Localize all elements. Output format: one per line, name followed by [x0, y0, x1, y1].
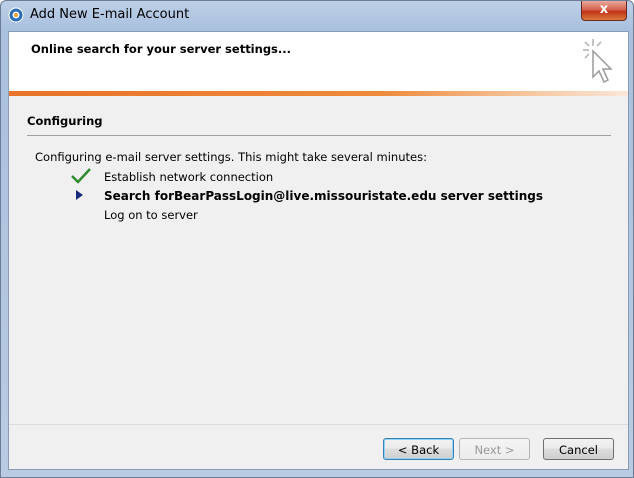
step-search-server-settings: Search forBearPassLogin@live.missourista…	[104, 189, 544, 203]
checkmark-icon	[71, 168, 91, 184]
cancel-button[interactable]: Cancel	[543, 438, 614, 460]
section-divider	[27, 135, 611, 136]
header-title: Online search for your server settings..…	[31, 42, 291, 56]
next-button[interactable]: Next >	[459, 438, 530, 460]
accent-bar	[9, 91, 628, 96]
status-message: Configuring e-mail server settings. This…	[35, 150, 427, 164]
current-step-arrow-icon	[76, 190, 83, 200]
back-button[interactable]: < Back	[383, 438, 454, 460]
section-title: Configuring	[27, 114, 103, 128]
dialog-body: Online search for your server settings..…	[8, 31, 629, 470]
close-button[interactable]: x	[581, 1, 627, 21]
footer-divider	[9, 424, 628, 425]
step-log-on: Log on to server	[104, 208, 198, 222]
wizard-header: Online search for your server settings..…	[9, 32, 628, 91]
dialog-window: Add New E-mail Account x Online search f…	[0, 0, 634, 478]
window-title: Add New E-mail Account	[30, 7, 190, 22]
step-establish-connection: Establish network connection	[104, 170, 274, 184]
title-bar[interactable]: Add New E-mail Account x	[1, 1, 633, 31]
wizard-cursor-icon	[583, 39, 613, 84]
outlook-app-icon	[8, 7, 24, 23]
